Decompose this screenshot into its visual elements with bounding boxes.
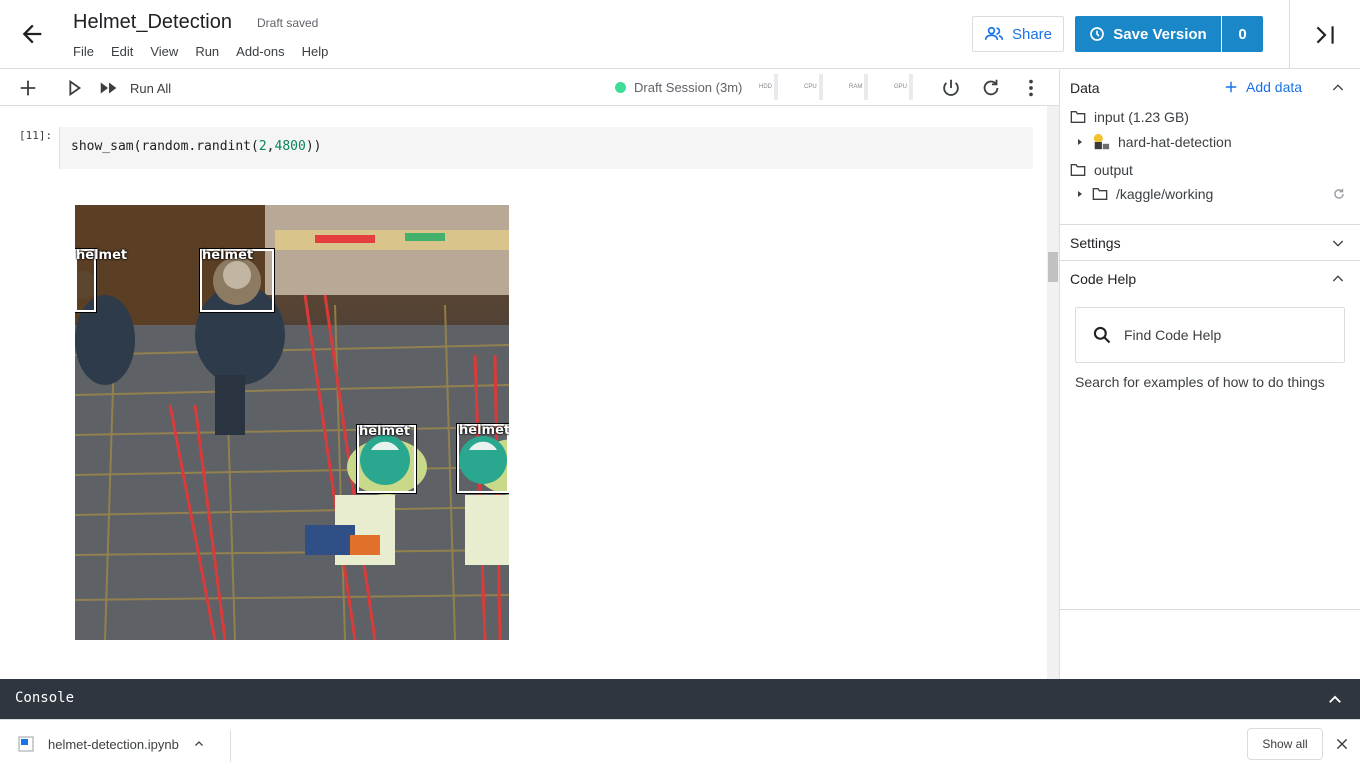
code-help-input[interactable] (1124, 327, 1324, 343)
code-text: )) (305, 139, 322, 154)
hard-hat-dataset-icon (1093, 133, 1110, 150)
caret-right-icon[interactable] (1076, 138, 1084, 146)
chevron-down-icon[interactable] (1330, 235, 1346, 251)
run-cell-icon[interactable] (63, 77, 85, 99)
caret-right-icon[interactable] (1076, 190, 1084, 198)
menu-bar: File Edit View Run Add-ons Help (73, 44, 345, 59)
run-all-icon[interactable] (98, 77, 120, 99)
share-button[interactable]: Share (972, 16, 1064, 52)
restart-icon[interactable] (980, 77, 1002, 99)
code-help-search[interactable] (1075, 307, 1345, 363)
notebook-area: [11]: show_sam(random.randint(2,4800)) h… (0, 106, 1047, 679)
show-all-button[interactable]: Show all (1247, 728, 1323, 760)
add-data-button[interactable]: Add data (1224, 79, 1302, 95)
more-vert-icon[interactable] (1020, 77, 1042, 99)
construction-site-photo (75, 205, 509, 640)
people-icon (984, 26, 1004, 40)
chevron-up-icon[interactable] (1330, 271, 1346, 287)
hdd-gauge: HDD (759, 74, 778, 100)
code-number: 4800 (274, 139, 306, 154)
notebook-file-icon (18, 736, 34, 752)
folder-icon (1070, 164, 1086, 176)
header-divider (1289, 0, 1290, 69)
cpu-gauge: CPU (804, 74, 823, 100)
dataset-item[interactable]: hard-hat-detection (1076, 133, 1232, 151)
output-folder[interactable]: output (1070, 162, 1133, 178)
version-count-button[interactable]: 0 (1222, 16, 1263, 52)
notebook-title[interactable]: Helmet_Detection (73, 11, 232, 34)
code-text: show_sam(random.randint( (71, 139, 259, 154)
settings-section-title[interactable]: Settings (1070, 235, 1121, 251)
code-help-hint: Search for examples of how to do things (1075, 374, 1325, 390)
console-label: Console (15, 690, 75, 706)
download-item[interactable]: helmet-detection.ipynb (18, 736, 205, 752)
download-bar: helmet-detection.ipynb Show all (0, 719, 1360, 768)
scrollbar-thumb[interactable] (1048, 252, 1058, 282)
menu-edit[interactable]: Edit (111, 44, 133, 59)
notebook-toolbar: Run All Draft Session (3m) HDD CPU RAM G… (0, 70, 1059, 106)
code-help-section-title[interactable]: Code Help (1070, 271, 1136, 287)
output-folder-label: output (1094, 162, 1133, 178)
add-data-label: Add data (1246, 79, 1303, 95)
history-icon (1090, 27, 1105, 41)
ram-gauge: RAM (849, 74, 868, 100)
input-folder[interactable]: input (1.23 GB) (1070, 109, 1189, 125)
code-number: 2 (258, 139, 267, 154)
chevron-up-icon[interactable] (1326, 691, 1344, 709)
session-status[interactable]: Draft Session (3m) (615, 80, 742, 95)
detection-label: helmet (76, 248, 128, 263)
folder-icon (1092, 188, 1108, 200)
save-version-button[interactable]: Save Version (1075, 16, 1221, 52)
share-label: Share (1011, 25, 1053, 43)
run-all-button[interactable]: Run All (130, 81, 171, 96)
working-dir-label: /kaggle/working (1116, 186, 1214, 202)
session-label: Draft Session (3m) (634, 80, 743, 95)
draft-status: Draft saved (257, 16, 319, 30)
data-section-title: Data (1070, 80, 1100, 96)
download-file-name: helmet-detection.ipynb (48, 736, 179, 752)
dataset-label: hard-hat-detection (1118, 134, 1232, 150)
detection-label: helmet (359, 424, 411, 439)
side-panel: Data Add data input (1.23 GB) hard-hat-d… (1060, 70, 1360, 679)
ram-gauge-label: RAM (849, 83, 863, 90)
menu-run[interactable]: Run (195, 44, 219, 59)
hdd-gauge-label: HDD (759, 83, 772, 90)
close-icon[interactable] (1335, 737, 1349, 751)
refresh-icon[interactable] (1332, 187, 1346, 201)
menu-view[interactable]: View (150, 44, 178, 59)
code-text: , (266, 139, 275, 154)
power-icon[interactable] (940, 77, 962, 99)
cell-execution-count: [11]: (19, 129, 53, 142)
add-cell-icon[interactable] (17, 77, 39, 99)
input-folder-label: input (1.23 GB) (1094, 109, 1189, 125)
chevron-up-icon[interactable] (193, 738, 205, 750)
menu-file[interactable]: File (73, 44, 94, 59)
collapse-panel-icon[interactable] (1312, 22, 1338, 48)
menu-addons[interactable]: Add-ons (236, 44, 284, 59)
plus-icon (1225, 81, 1237, 93)
console-bar[interactable]: Console (0, 679, 1360, 719)
back-arrow-icon[interactable] (18, 20, 46, 48)
editor-header: Helmet_Detection Draft saved File Edit V… (0, 0, 1360, 69)
notebook-scrollbar[interactable] (1047, 106, 1059, 679)
chevron-up-icon[interactable] (1330, 80, 1346, 96)
gpu-gauge-label: GPU (894, 83, 908, 90)
working-dir-item[interactable]: /kaggle/working (1076, 186, 1213, 202)
session-status-dot (615, 82, 626, 93)
search-icon (1093, 326, 1111, 344)
detection-label: helmet (459, 423, 509, 438)
menu-help[interactable]: Help (302, 44, 329, 59)
cell-output-image: helmet helmet helmet helmet (75, 205, 509, 640)
folder-icon (1070, 111, 1086, 123)
cpu-gauge-label: CPU (804, 83, 817, 90)
gpu-gauge: GPU (894, 74, 913, 100)
detection-label: helmet (202, 248, 254, 263)
code-cell-editor[interactable]: show_sam(random.randint(2,4800)) (59, 127, 1033, 169)
save-version-label: Save Version (1113, 25, 1207, 43)
